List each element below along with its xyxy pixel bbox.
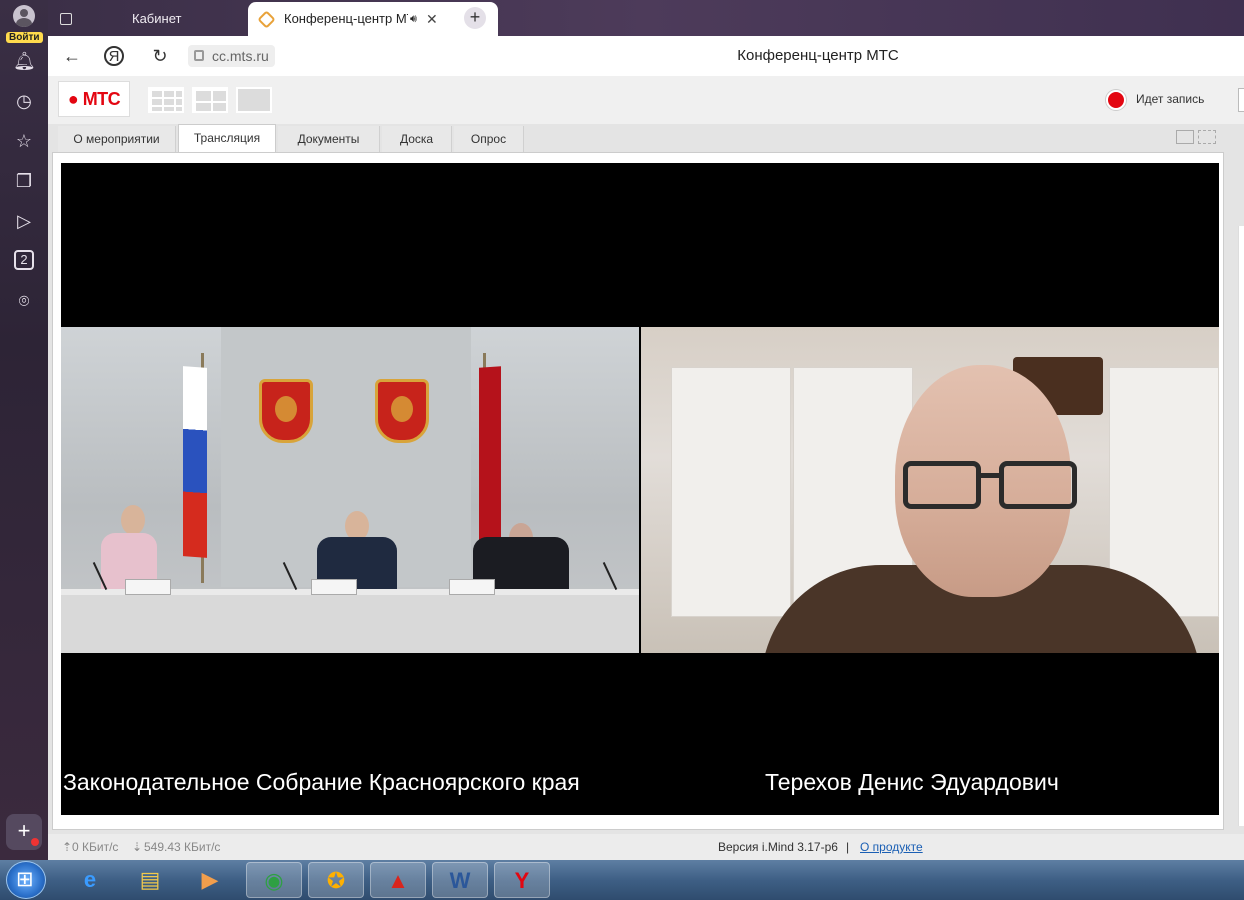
about-product-link[interactable]: О продукте	[860, 834, 923, 860]
browser-sidebar: Войти 🔔︎ ◷ ☆ ❐ ▷ 2 ⌾ +	[0, 0, 48, 860]
collections-icon[interactable]: ❐	[13, 170, 35, 192]
header-side-button[interactable]	[1238, 88, 1244, 112]
russia-emblem-icon	[259, 379, 313, 443]
participant-glasses	[903, 461, 1079, 511]
speaker-icon[interactable]: 🔊︎	[410, 2, 417, 36]
start-button[interactable]	[6, 861, 46, 899]
close-tab-icon[interactable]: ✕	[426, 2, 438, 36]
window-controls	[1176, 130, 1220, 149]
add-panel-button[interactable]: +	[6, 814, 42, 850]
presidium-desk	[61, 589, 639, 653]
upload-speed: 0 КБит/с	[72, 840, 119, 854]
lock-icon	[194, 50, 204, 61]
version-label: Версия i.Mind 3.17-p6	[718, 840, 838, 854]
cabinet	[671, 367, 791, 617]
status-bar: ⇡ 0 КБит/с ⇣ 549.43 КБит/с Версия i.Mind…	[48, 834, 1244, 860]
download-speed: 549.43 КБит/с	[144, 840, 221, 854]
url-field[interactable]: cc.mts.ru	[188, 45, 275, 67]
mts-logo: ● МТС	[58, 81, 130, 117]
fullscreen-icon[interactable]	[1198, 130, 1216, 144]
russian-flag	[183, 366, 207, 558]
tab-strip: Кабинет Конференц-центр МТС 🔊︎ ✕ +	[48, 0, 1244, 36]
new-tab-button[interactable]: +	[464, 7, 486, 29]
nameplate	[449, 579, 495, 595]
yandex-icon[interactable]: Я	[104, 46, 124, 66]
video-player[interactable]: Законодательное Собрание Красноярского к…	[61, 163, 1219, 815]
tab-label: Конференц-центр МТС	[284, 11, 408, 26]
logo-text: МТС	[82, 89, 121, 109]
back-arrow-icon[interactable]: ←	[60, 44, 84, 68]
status-separator: |	[846, 840, 850, 854]
download-arrow-icon: ⇣	[132, 840, 143, 854]
tab-kabinet[interactable]: Кабинет	[56, 4, 246, 34]
conference-page: ● МТС Идет запись О мероприятии Трансляц…	[48, 76, 1244, 860]
side-panel-edge	[1238, 226, 1244, 826]
login-label: Войти	[6, 32, 43, 43]
media-player-icon[interactable]: ▶	[182, 862, 238, 898]
krasnoyarsk-emblem-icon	[375, 379, 429, 443]
tab-conference-center[interactable]: Конференц-центр МТС 🔊︎ ✕	[248, 2, 498, 36]
tabs-count-icon[interactable]: 2	[14, 250, 34, 270]
reload-icon[interactable]: ↻	[148, 44, 172, 68]
pdf-reader-icon[interactable]: ▲	[370, 862, 426, 898]
tab-broadcast[interactable]: Трансляция	[178, 124, 276, 153]
restore-window-icon[interactable]	[1176, 130, 1194, 144]
recording-indicator-icon	[1106, 90, 1126, 110]
chrome-icon[interactable]: ◉	[246, 862, 302, 898]
bell-icon[interactable]: 🔔︎	[13, 50, 36, 72]
nameplate	[125, 579, 171, 595]
app-header: ● МТС Идет запись	[48, 76, 1244, 124]
address-bar: ← Я ↻ cc.mts.ru Конференц-центр МТС	[48, 36, 1244, 76]
camera-icon[interactable]: ⌾	[13, 290, 35, 312]
upload-arrow-icon: ⇡	[62, 840, 73, 854]
page-title: Конференц-центр МТС	[737, 47, 899, 64]
clock-icon[interactable]: ◷	[13, 90, 35, 112]
video-play-icon[interactable]: ▷	[13, 210, 35, 232]
tab-poll[interactable]: Опрос	[454, 126, 524, 152]
tab-documents[interactable]: Документы	[278, 126, 380, 152]
url-text: cc.mts.ru	[212, 48, 269, 64]
regional-flag	[479, 366, 501, 548]
yandex-browser-icon[interactable]: Y	[494, 862, 550, 898]
notification-dot	[31, 838, 39, 846]
recording-label: Идет запись	[1136, 92, 1205, 106]
tab-about-event[interactable]: О мероприятии	[58, 126, 176, 152]
windows-taskbar: e ▤ ▶ ◉ ✪ ▲ W Y	[0, 860, 1244, 900]
video-feed-assembly	[61, 327, 639, 653]
nameplate	[311, 579, 357, 595]
caption-left: Законодательное Собрание Красноярского к…	[63, 769, 580, 795]
login-button[interactable]: Войти	[6, 5, 43, 45]
people-icon[interactable]: ✪	[308, 862, 364, 898]
tab-board[interactable]: Доска	[382, 126, 452, 152]
microphone	[602, 561, 618, 591]
mts-favicon-icon	[257, 10, 276, 29]
file-explorer-icon[interactable]: ▤	[122, 862, 178, 898]
caption-right: Терехов Денис Эдуардович	[765, 769, 1059, 795]
layout-grid-9-button[interactable]	[148, 87, 184, 113]
word-icon[interactable]: W	[432, 862, 488, 898]
video-feed-participant	[641, 327, 1219, 653]
page-favicon-icon	[60, 13, 72, 25]
layout-single-button[interactable]	[236, 87, 272, 113]
broadcast-panel: Законодательное Собрание Красноярского к…	[52, 152, 1224, 830]
tab-label: Кабинет	[132, 11, 182, 26]
avatar-icon	[13, 5, 35, 27]
layout-grid-4-button[interactable]	[192, 87, 228, 113]
internet-explorer-icon[interactable]: e	[62, 862, 118, 898]
star-icon[interactable]: ☆	[13, 130, 35, 152]
